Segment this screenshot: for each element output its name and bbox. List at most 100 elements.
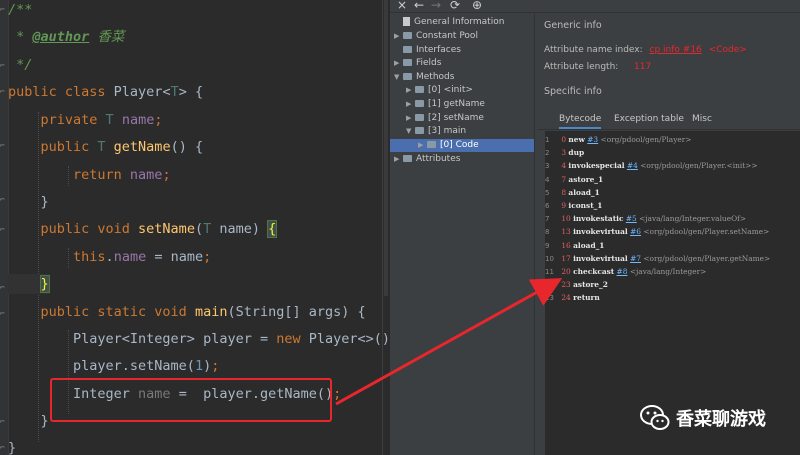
bytecode-line[interactable]: 6 9 iconst_1: [545, 199, 602, 212]
expand-down-icon[interactable]: ▼: [394, 71, 403, 84]
constant-pool-ref[interactable]: #3: [587, 135, 598, 144]
bytecode-line[interactable]: 10 17 invokevirtual #7 <org/pdool/gen/Pl…: [545, 252, 770, 265]
bytecode-line[interactable]: 7 10 invokestatic #5 <java/lang/Integer.…: [545, 212, 746, 225]
expand-right-icon[interactable]: ▶: [406, 84, 415, 97]
fold-marker-icon[interactable]: ⌐: [0, 62, 6, 70]
splitter[interactable]: [534, 12, 535, 455]
expand-right-icon[interactable]: ▶: [406, 112, 415, 125]
fold-marker-icon[interactable]: ⌐: [0, 196, 6, 204]
globe-icon[interactable]: ⊕: [472, 0, 482, 12]
expand-right-icon[interactable]: ▶: [394, 57, 403, 70]
code-token: T: [97, 139, 114, 155]
bytecode-opcode: new: [568, 135, 585, 144]
tree-item[interactable]: ▶ Fields: [394, 57, 441, 70]
tree-item[interactable]: Interfaces: [394, 44, 461, 57]
constant-pool-ref[interactable]: #7: [630, 254, 641, 263]
bytecode-line[interactable]: 4 7 astore_1: [545, 173, 603, 186]
attribute-length-row: Attribute length: 117: [544, 62, 651, 72]
code-token: 1: [194, 358, 204, 374]
tree-item[interactable]: ▶ Constant Pool: [394, 30, 478, 43]
tab-misc[interactable]: Misc: [692, 111, 712, 127]
tab-bytecode[interactable]: Bytecode: [559, 111, 602, 129]
fold-marker-icon[interactable]: ⌐: [0, 226, 6, 234]
code-line[interactable]: }: [8, 411, 49, 431]
bytecode-line[interactable]: 5 8 aload_1: [545, 186, 600, 199]
code-line[interactable]: public class Player<T> {: [8, 82, 203, 102]
bytecode-line[interactable]: 1 0 new #3 <org/pdool/gen/Player>: [545, 133, 691, 146]
constant-pool-ref[interactable]: #4: [627, 161, 638, 170]
code-token: T: [170, 84, 179, 100]
code-token: *: [8, 29, 33, 45]
bytecode-line[interactable]: 8 13 invokevirtual #6 <org/pdool/gen/Pla…: [545, 225, 769, 238]
tree-item[interactable]: General Information: [394, 16, 504, 29]
expand-right-icon[interactable]: ▶: [406, 98, 415, 111]
code-line[interactable]: player.setName(1);: [8, 356, 219, 376]
code-line[interactable]: */: [8, 55, 32, 75]
close-icon[interactable]: ×: [397, 0, 407, 12]
cp-info-link[interactable]: cp info #16: [650, 45, 702, 55]
tree-item[interactable]: ▼ Methods: [394, 71, 454, 84]
fold-marker-icon[interactable]: ⌐: [0, 142, 6, 150]
code-line[interactable]: private T name;: [8, 110, 163, 130]
fold-marker-icon[interactable]: ⌐: [0, 284, 6, 292]
code-token: = name: [146, 249, 204, 265]
refresh-icon[interactable]: ⟳: [450, 0, 460, 12]
editor-scrollbar[interactable]: [384, 0, 388, 296]
code-line[interactable]: Player<Integer> player = new Player<>();: [8, 329, 390, 349]
code-line[interactable]: }: [8, 192, 49, 212]
code-line[interactable]: /**: [8, 0, 32, 20]
bytecode-opcode: return: [573, 293, 600, 303]
code-token: this: [8, 249, 106, 265]
expand-right-icon[interactable]: ▶: [394, 30, 403, 43]
bytecode-line[interactable]: 3 4 invokespecial #4 <org/pdool/gen/Play…: [545, 159, 758, 172]
fold-marker-icon[interactable]: ⌐: [0, 444, 6, 452]
bytecode-opcode: aload_1: [568, 187, 600, 197]
bytecode-offset: 9: [561, 201, 567, 210]
attribute-length-value: 117: [634, 62, 652, 72]
code-line[interactable]: }: [8, 274, 50, 294]
bytecode-line[interactable]: 2 3 dup: [545, 146, 584, 159]
tree-item[interactable]: ▶ [1] getName: [406, 98, 485, 111]
code-editor[interactable]: ⌐ ⌐ ⌐ ⌐ ⌐ ⌐ ⌐ ⌐ ⌐ ⌐ /** * @author 香菜 */ p…: [0, 0, 390, 455]
fold-marker-icon[interactable]: ⌐: [0, 6, 6, 14]
back-arrow-icon[interactable]: ←: [414, 0, 424, 12]
code-token: */: [8, 57, 33, 73]
expand-right-icon[interactable]: ▶: [394, 153, 403, 166]
forward-arrow-icon[interactable]: →: [431, 0, 441, 12]
constant-pool-ref[interactable]: #8: [617, 267, 628, 276]
code-line[interactable]: public T getName() {: [8, 137, 204, 157]
expand-down-icon[interactable]: ▼: [406, 125, 415, 138]
tree-item[interactable]: ▶ [0] <init>: [406, 84, 473, 97]
code-line[interactable]: this.name = name;: [8, 247, 211, 267]
code-line[interactable]: }: [8, 438, 16, 455]
bytecode-line[interactable]: 9 16 aload_1: [545, 239, 604, 252]
tab-exception-table[interactable]: Exception table: [614, 111, 684, 127]
code-line[interactable]: public static void main(String[] args) {: [8, 302, 366, 322]
fold-marker-icon[interactable]: ⌐: [0, 88, 6, 96]
code-token: /**: [8, 2, 33, 18]
constant-pool-ref[interactable]: #6: [630, 227, 641, 236]
code-line[interactable]: return name;: [8, 165, 171, 185]
bytecode-line[interactable]: 12 23 astore_2: [545, 278, 608, 291]
constant-pool-ref[interactable]: #5: [626, 214, 637, 223]
attribute-name-value: <Code>: [708, 45, 747, 55]
code-token: ;: [162, 167, 171, 183]
code-token: name: [113, 249, 147, 265]
fold-marker-icon[interactable]: ⌐: [0, 310, 6, 318]
tree-item-label: [2] setName: [428, 113, 484, 123]
tree-item[interactable]: ▶ Attributes: [394, 153, 460, 166]
code-token: public void: [8, 221, 139, 237]
attribute-name-row: Attribute name index: cp info #16 <Code>: [544, 45, 747, 55]
tree-item[interactable]: ▶ [2] setName: [406, 112, 484, 125]
code-token: ): [203, 358, 212, 374]
expand-right-icon[interactable]: ▶: [418, 139, 427, 152]
tree-item[interactable]: ▼ [3] main: [406, 125, 466, 138]
bytecode-line[interactable]: 11 20 checkcast #8 <java/lang/Integer>: [545, 265, 706, 278]
tree-item[interactable]: ▶ [0] Code: [390, 139, 534, 152]
bytecode-offset: 20: [561, 267, 571, 276]
bytecode-line[interactable]: 13 24 return: [545, 291, 600, 304]
code-line[interactable]: * @author 香菜: [8, 27, 124, 47]
fold-marker-icon[interactable]: ⌐: [0, 418, 6, 426]
code-line[interactable]: public void setName(T name) {: [8, 219, 278, 239]
